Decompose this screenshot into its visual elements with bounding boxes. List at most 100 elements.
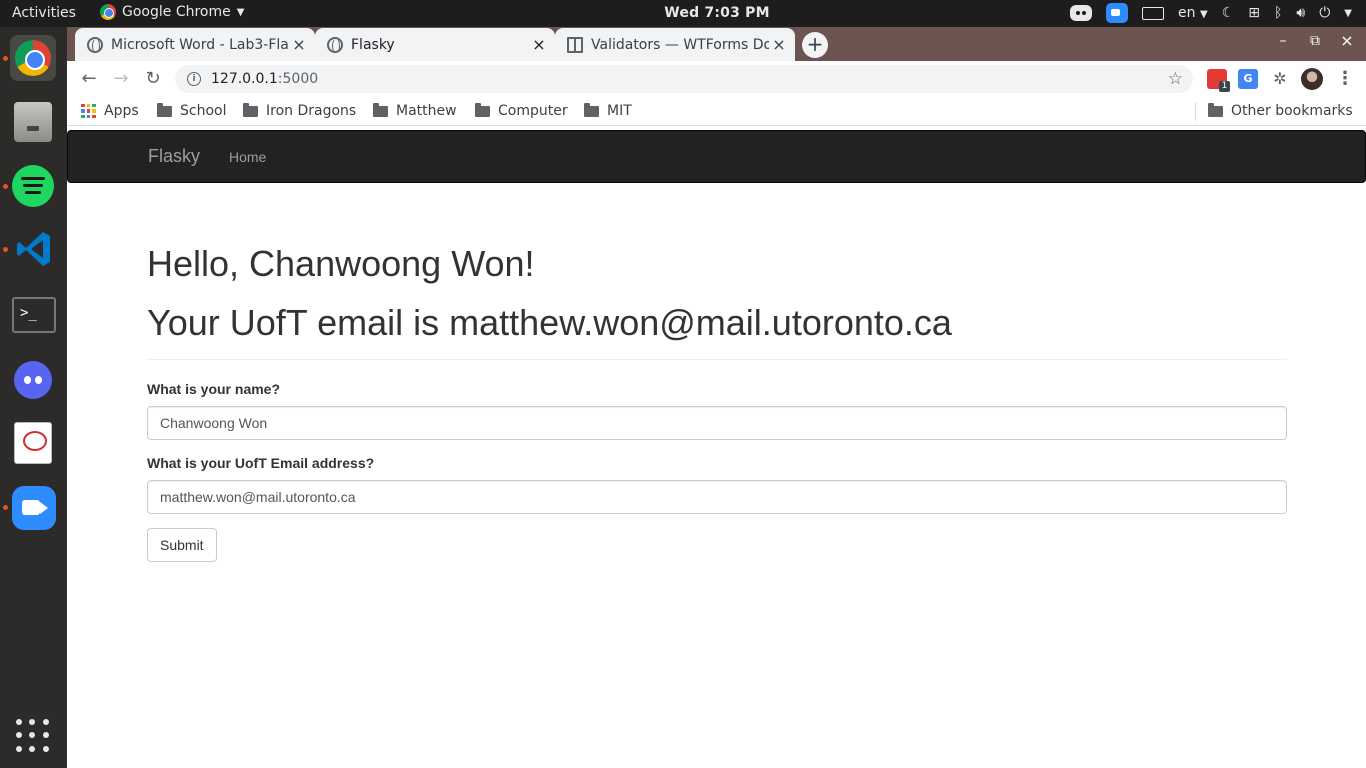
bookmark-label: Matthew bbox=[396, 103, 457, 119]
bookmark-folder-school[interactable]: School bbox=[157, 103, 226, 119]
submit-button[interactable]: Submit bbox=[147, 528, 217, 562]
url-host: 127.0.0.1 bbox=[211, 71, 278, 87]
reload-button[interactable]: ↻ bbox=[141, 68, 165, 90]
dock-discord[interactable] bbox=[10, 357, 56, 403]
vscode-icon bbox=[17, 232, 50, 266]
bookmark-folder-iron-dragons[interactable]: Iron Dragons bbox=[243, 103, 356, 119]
new-tab-button[interactable]: + bbox=[802, 32, 828, 58]
dock-files[interactable] bbox=[10, 98, 56, 144]
chrome-icon bbox=[15, 40, 51, 76]
show-applications-icon[interactable] bbox=[16, 719, 50, 753]
power-icon[interactable]: ⏻ bbox=[1319, 5, 1330, 21]
dock-vscode[interactable] bbox=[10, 226, 56, 272]
url-port: :5000 bbox=[277, 71, 319, 87]
dock-terminal[interactable]: >_ bbox=[10, 293, 56, 339]
bookmark-label: MIT bbox=[607, 103, 632, 119]
files-icon bbox=[14, 102, 52, 142]
dock: >_ bbox=[0, 27, 67, 768]
email-input[interactable] bbox=[147, 480, 1287, 514]
folder-icon bbox=[584, 103, 599, 117]
running-indicator bbox=[3, 505, 8, 510]
close-window-button[interactable]: × bbox=[1337, 31, 1357, 50]
bookmark-label: Other bookmarks bbox=[1231, 103, 1353, 119]
language-label: en bbox=[1178, 5, 1196, 21]
language-indicator[interactable]: en ▼ bbox=[1178, 5, 1208, 21]
system-tray: en ▼ ☾ ⊞ ᛒ 🔊︎ ⏻ ▼ bbox=[1070, 3, 1352, 23]
bookmark-star-icon[interactable]: ☆ bbox=[1168, 69, 1183, 89]
bookmark-apps[interactable]: Apps bbox=[81, 103, 139, 119]
extensions-puzzle-icon[interactable]: ✲ bbox=[1270, 69, 1290, 89]
close-tab-icon[interactable]: × bbox=[529, 35, 549, 54]
dock-document-viewer[interactable] bbox=[10, 420, 56, 466]
dock-spotify[interactable] bbox=[10, 163, 56, 209]
bookmark-label: Apps bbox=[104, 103, 139, 119]
chrome-menu-icon[interactable]: ⋮ bbox=[1335, 69, 1355, 89]
volume-icon[interactable]: 🔊︎ bbox=[1296, 5, 1305, 21]
apps-grid-icon bbox=[81, 103, 96, 119]
running-indicator bbox=[3, 184, 8, 189]
document-viewer-icon bbox=[14, 422, 52, 464]
navbar-brand[interactable]: Flasky bbox=[148, 146, 200, 167]
name-label: What is your name? bbox=[147, 381, 281, 397]
tab-word[interactable]: Microsoft Word - Lab3-Fla × bbox=[75, 28, 315, 61]
address-bar[interactable]: i 127.0.0.1:5000 ☆ bbox=[175, 65, 1193, 93]
tab-title: Validators — WTForms Do bbox=[591, 36, 769, 53]
folder-icon bbox=[243, 103, 258, 117]
discord-icon bbox=[14, 361, 52, 399]
translate-extension-icon[interactable]: G bbox=[1238, 69, 1258, 89]
browser-toolbar: ← → ↻ i 127.0.0.1:5000 ☆ G ✲ ⋮ bbox=[67, 61, 1366, 97]
name-input[interactable] bbox=[147, 406, 1287, 440]
tab-strip: Microsoft Word - Lab3-Fla × Flasky × Val… bbox=[67, 27, 1366, 61]
maximize-button[interactable]: ⧉ bbox=[1305, 33, 1325, 49]
email-heading: Your UofT email is matthew.won@mail.utor… bbox=[147, 302, 952, 343]
forward-button[interactable]: → bbox=[109, 68, 133, 90]
caret-down-icon: ▼ bbox=[1199, 9, 1208, 20]
zoom-tray-icon[interactable] bbox=[1106, 3, 1129, 23]
bookmark-folder-other[interactable]: Other bookmarks bbox=[1208, 103, 1353, 119]
night-light-icon[interactable]: ☾ bbox=[1222, 5, 1235, 21]
close-tab-icon[interactable]: × bbox=[769, 35, 789, 54]
bookmark-folder-computer[interactable]: Computer bbox=[475, 103, 568, 119]
chrome-window: Microsoft Word - Lab3-Fla × Flasky × Val… bbox=[67, 27, 1366, 768]
back-button[interactable]: ← bbox=[77, 68, 101, 90]
greeting-heading: Hello, Chanwoong Won! bbox=[147, 243, 535, 284]
close-tab-icon[interactable]: × bbox=[289, 35, 309, 54]
site-info-icon[interactable]: i bbox=[187, 72, 201, 86]
folder-icon bbox=[1208, 103, 1223, 117]
discord-tray-icon[interactable] bbox=[1070, 5, 1093, 21]
tab-title: Microsoft Word - Lab3-Fla bbox=[111, 36, 289, 53]
globe-icon bbox=[87, 36, 103, 54]
profile-avatar[interactable] bbox=[1301, 68, 1323, 90]
bookmarks-divider bbox=[1195, 102, 1196, 121]
dock-chrome[interactable] bbox=[10, 35, 56, 81]
running-indicator bbox=[3, 247, 8, 252]
spotify-icon bbox=[12, 165, 54, 207]
extension-icon[interactable] bbox=[1207, 69, 1230, 92]
email-label: What is your UofT Email address? bbox=[147, 455, 375, 471]
folder-icon bbox=[373, 103, 388, 117]
bluetooth-icon[interactable]: ᛒ bbox=[1274, 5, 1282, 21]
web-page: Flasky Home Hello, Chanwoong Won! Your U… bbox=[67, 130, 1366, 768]
plus-icon: + bbox=[806, 32, 824, 56]
tab-title: Flasky bbox=[351, 36, 395, 53]
bookmark-folder-mit[interactable]: MIT bbox=[584, 103, 632, 119]
tab-validators[interactable]: Validators — WTForms Do × bbox=[555, 28, 795, 61]
bookmark-folder-matthew[interactable]: Matthew bbox=[373, 103, 457, 119]
book-icon bbox=[567, 36, 583, 53]
minimize-button[interactable]: – bbox=[1273, 33, 1293, 49]
bookmarks-bar: Apps School Iron Dragons Matthew Compute… bbox=[67, 97, 1366, 126]
nav-home-link[interactable]: Home bbox=[229, 149, 266, 165]
caret-down-icon[interactable]: ▼ bbox=[1344, 8, 1352, 19]
gnome-top-bar: Activities Google Chrome ▼ Wed 7:03 PM e… bbox=[0, 0, 1366, 27]
folder-icon bbox=[157, 103, 172, 117]
tab-flasky[interactable]: Flasky × bbox=[315, 28, 555, 61]
site-navbar: Flasky Home bbox=[67, 130, 1366, 183]
terminal-icon: >_ bbox=[12, 297, 56, 333]
bookmark-label: Iron Dragons bbox=[266, 103, 357, 119]
dock-zoom[interactable] bbox=[10, 484, 56, 530]
bookmark-label: Computer bbox=[498, 103, 568, 119]
network-icon[interactable]: ⊞ bbox=[1248, 5, 1260, 21]
bookmark-label: School bbox=[180, 103, 227, 119]
keyboard-icon[interactable] bbox=[1142, 6, 1165, 20]
running-indicator bbox=[3, 56, 8, 61]
